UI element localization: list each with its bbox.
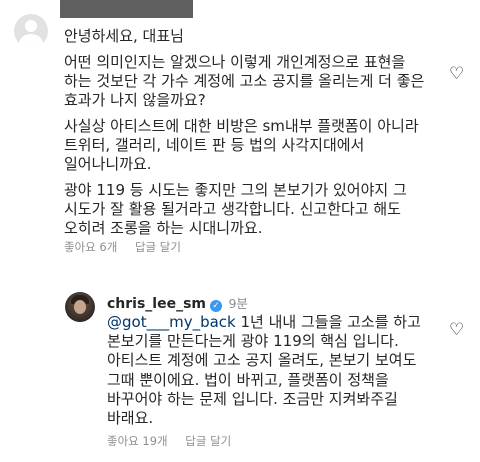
like-heart-icon[interactable]: ♡ [449,322,464,339]
default-avatar[interactable] [14,14,48,48]
reply-button[interactable]: 답글 달기 [135,240,181,254]
comment-meta: 좋아요 6개 답글 달기 [64,239,195,255]
like-heart-icon[interactable]: ♡ [449,66,464,83]
reply-text: @got___my_back 1년 내내 그들을 고소를 하고 본보기를 만든다… [107,313,432,428]
comment-paragraph: 안녕하세요, 대표님 [64,27,184,45]
reply-header: chris_lee_sm ✓ 9분 [107,293,248,312]
avatar-shoulders-shape [19,34,43,48]
user-avatar[interactable] [65,292,95,322]
comment-paragraph: 광야 119 등 시도는 좋지만 그의 본보기가 있어야지 그 시도가 잘 활용… [64,181,407,237]
timestamp: 9분 [228,296,248,311]
comment-text: 안녕하세요, 대표님 어떤 의미인지는 알겠으나 이렇게 개인계정으로 표현을 … [64,27,430,245]
avatar-face-shape [74,300,86,314]
verified-badge-icon: ✓ [210,300,223,312]
reply-meta: 좋아요 19개 답글 달기 [107,433,245,449]
like-count[interactable]: 좋아요 19개 [107,434,168,448]
comment-paragraph: 사실상 아티스트에 대한 비방은 sm내부 플랫폼이 아니라 트위터, 갤러리,… [64,117,419,173]
cropped-image-top [60,0,193,18]
avatar-head-shape [25,20,37,32]
username[interactable]: chris_lee_sm [107,296,206,312]
mention-link[interactable]: @got___my_back [107,313,236,331]
reply-button[interactable]: 답글 달기 [185,434,231,448]
comment-paragraph: 어떤 의미인지는 알겠으나 이렇게 개인계정으로 표현을 하는 것보단 각 가수… [64,53,425,109]
like-count[interactable]: 좋아요 6개 [64,240,117,254]
